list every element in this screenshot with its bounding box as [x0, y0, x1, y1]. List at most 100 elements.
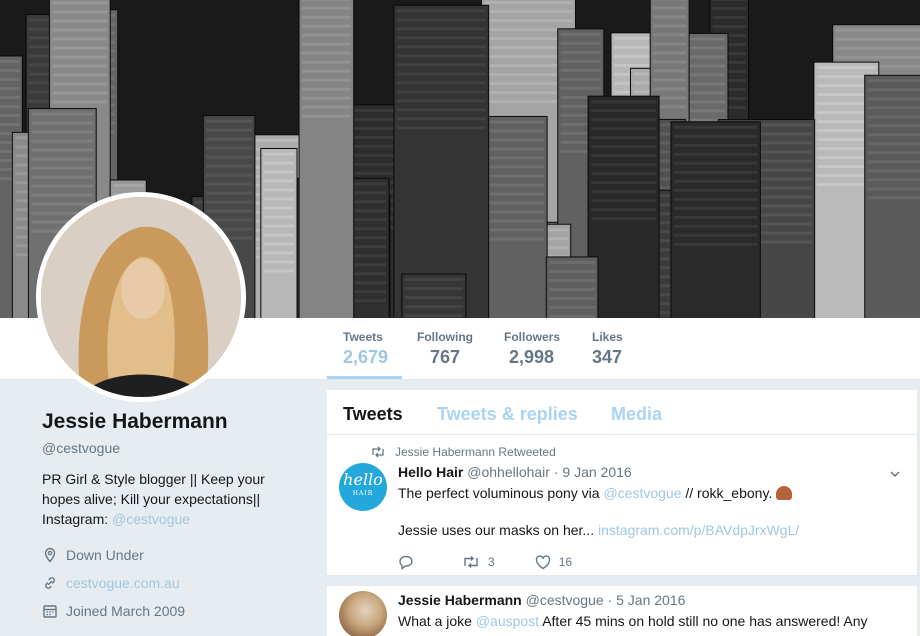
building-window-row [52, 1, 108, 5]
building-window-row [591, 208, 657, 212]
stat-followers-label: Followers [504, 330, 561, 344]
building-window-row [484, 10, 573, 14]
building-window-row [352, 162, 395, 166]
building-window-row [0, 95, 20, 99]
building-window-row [867, 142, 920, 146]
building-window-row [263, 197, 295, 201]
building-window-row [52, 10, 108, 14]
tweet-date[interactable]: · 5 Jan 2016 [608, 592, 686, 608]
building-window-row [560, 32, 601, 36]
tweet-item[interactable]: Jessie Habermann Retweeted hello HAIR He… [327, 436, 917, 576]
reply-button[interactable] [398, 554, 422, 570]
building-window-row [396, 72, 486, 76]
tweet-date[interactable]: · 9 Jan 2016 [554, 464, 632, 480]
building-window-row [263, 161, 295, 165]
building-window-row [52, 100, 108, 104]
building-window-row [591, 145, 657, 149]
building-window-row [653, 87, 687, 91]
building-window-row [302, 15, 351, 19]
building-window-row [31, 139, 94, 143]
building-window-row [560, 86, 601, 90]
avatar-logo-text: hello [343, 470, 383, 489]
building-window-row [352, 126, 395, 130]
building-window-row [712, 0, 746, 1]
like-button[interactable]: 16 [535, 554, 572, 570]
building-window-row [653, 60, 687, 64]
building-window-row [867, 151, 920, 155]
building-window-row [673, 170, 758, 174]
retweet-count: 3 [488, 555, 495, 569]
tweet-author-name[interactable]: Hello Hair [398, 464, 463, 480]
stat-followers[interactable]: Followers 2,998 [504, 330, 560, 368]
reply-icon [399, 555, 413, 570]
stat-tweets[interactable]: Tweets 2,679 [343, 330, 388, 368]
building-window-row [867, 124, 920, 128]
profile-website[interactable]: cestvogue.com.au [42, 569, 302, 597]
building-window-row [52, 91, 108, 95]
tweet-author-handle[interactable]: @ohhellohair [467, 464, 550, 480]
building-window-row [673, 233, 758, 237]
bio-instagram-link[interactable]: @cestvogue [112, 511, 190, 527]
profile-name[interactable]: Jessie Habermann [42, 410, 302, 434]
building-window-row [867, 196, 920, 200]
building-window-row [31, 157, 94, 161]
stat-tweets-label: Tweets [343, 330, 383, 344]
tab-tweets-replies[interactable]: Tweets & replies [437, 404, 578, 425]
mention-link[interactable]: @cestvogue [603, 485, 681, 501]
building-window-row [835, 37, 920, 41]
timeline: Tweets Tweets & replies Media Jessie Hab… [327, 390, 917, 636]
building-window-row [52, 28, 108, 32]
building-window-row [302, 78, 351, 82]
building-window-row [653, 6, 687, 10]
stat-likes[interactable]: Likes 347 [592, 330, 623, 368]
building-window-row [549, 269, 595, 273]
tweet-author-avatar[interactable] [339, 591, 387, 636]
building-window-row [484, 19, 573, 23]
retweet-button[interactable]: 3 [462, 555, 495, 569]
tab-media[interactable]: Media [611, 404, 662, 425]
building-window-row [591, 199, 657, 203]
website-link[interactable]: cestvogue.com.au [66, 575, 180, 591]
instagram-url-link[interactable]: instagram.com/p/BAVdpJrxWgL/ [598, 522, 799, 538]
building-window-row [352, 153, 395, 157]
building-window-row [263, 269, 295, 273]
building-window-row [653, 42, 687, 46]
building-window-row [206, 173, 252, 177]
retweet-icon [372, 446, 384, 458]
building-window-row [302, 6, 351, 10]
building-window-row [673, 143, 758, 147]
building-window-row [673, 134, 758, 138]
profile-handle[interactable]: @cestvogue [42, 440, 302, 456]
tweet-text-part: What a joke [398, 613, 476, 629]
building-window-row [867, 178, 920, 182]
building-window-row [591, 154, 657, 158]
building-window-row [31, 130, 94, 134]
tweet-author-handle[interactable]: @cestvogue [526, 592, 604, 608]
building-window-row [0, 77, 20, 81]
building-window-row [673, 242, 758, 246]
building-window-row [867, 187, 920, 191]
building-window-row [352, 144, 395, 148]
tweet-text: What a joke @auspost After 45 mins on ho… [398, 612, 888, 631]
chevron-down-icon[interactable] [889, 468, 901, 480]
building-window-row [263, 242, 295, 246]
mention-link[interactable]: @auspost [476, 613, 539, 629]
profile-avatar[interactable] [36, 192, 246, 402]
retweet-label: Jessie Habermann Retweeted [395, 445, 556, 459]
location-pin-icon [44, 547, 56, 563]
retweet-context: Jessie Habermann Retweeted [371, 445, 556, 459]
building-window-row [867, 106, 920, 110]
tweet-author-avatar[interactable]: hello HAIR [339, 463, 387, 511]
building-window-row [31, 193, 94, 197]
building-window-row [302, 96, 351, 100]
stat-following[interactable]: Following 767 [417, 330, 473, 368]
building-shape [260, 147, 298, 318]
tweet-author-name[interactable]: Jessie Habermann [398, 592, 522, 608]
tab-tweets[interactable]: Tweets [343, 404, 403, 425]
tweet-item[interactable]: Jessie Habermann @cestvogue · 5 Jan 2016… [327, 586, 917, 636]
building-window-row [206, 146, 252, 150]
calendar-icon [43, 605, 57, 618]
profile-meta: Down Under cestvogue.com.au Joined March… [42, 541, 302, 625]
building-window-row [867, 88, 920, 92]
timeline-tabs: Tweets Tweets & replies Media [327, 390, 917, 435]
